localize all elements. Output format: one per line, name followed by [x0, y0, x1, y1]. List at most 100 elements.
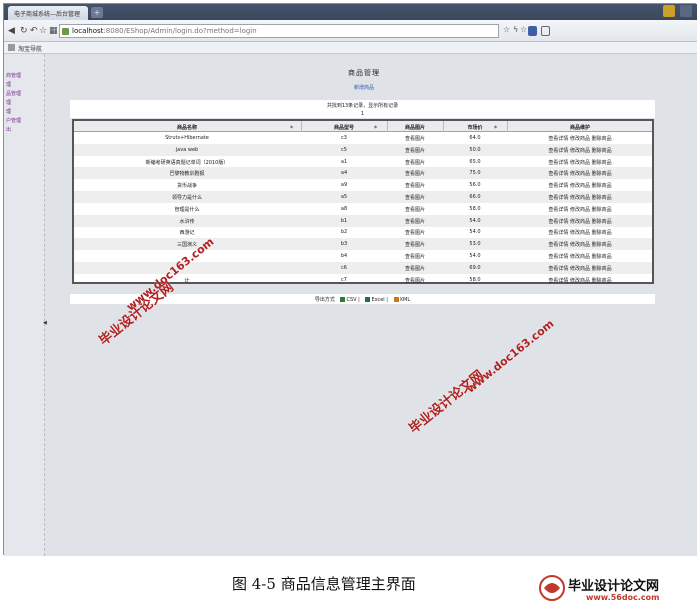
star-icon[interactable]: ☆ [39, 26, 47, 36]
view-detail-link[interactable]: 查看详情 [548, 171, 568, 177]
excel-icon [365, 297, 371, 302]
edit-product-link[interactable]: 修改商品 [570, 219, 590, 225]
table-row: 西游记 b2 查看图片 54.0 查看详情 修改商品 删除商品 [74, 226, 652, 238]
product-name-cell: 三国演义 [176, 242, 197, 249]
lightning-icon[interactable]: ϟ [513, 25, 518, 34]
view-image-link[interactable]: 查看图片 [388, 218, 442, 225]
menu-item-logout[interactable]: 出 [6, 126, 11, 133]
delete-product-link[interactable]: 删除商品 [592, 148, 612, 154]
delete-product-link[interactable]: 删除商品 [592, 136, 612, 142]
product-model-cell: a5 [340, 194, 348, 200]
view-detail-link[interactable]: 查看详情 [548, 254, 568, 260]
export-csv-link[interactable]: CSV [346, 297, 356, 303]
menu-item-5[interactable]: 理 [6, 108, 11, 115]
menu-item-product-admin[interactable]: 商管理 [6, 72, 21, 79]
collapse-arrow-icon[interactable]: ◀ [43, 320, 47, 326]
view-image-link[interactable]: 查看图片 [388, 253, 442, 260]
sort-icon[interactable]: ◆ [374, 124, 377, 129]
view-image-link[interactable]: 查看图片 [388, 182, 442, 189]
edit-product-link[interactable]: 修改商品 [570, 254, 590, 260]
edit-product-link[interactable]: 修改商品 [570, 195, 590, 201]
dropdown-button[interactable] [528, 26, 537, 36]
view-image-link[interactable]: 查看图片 [388, 147, 442, 154]
edit-product-link[interactable]: 修改商品 [570, 242, 590, 248]
export-xml-link[interactable]: XML [400, 297, 411, 303]
product-name-cell: 西游记 [179, 230, 195, 237]
view-detail-link[interactable]: 查看详情 [548, 148, 568, 154]
view-detail-link[interactable]: 查看详情 [548, 207, 568, 213]
view-image-link[interactable]: 查看图片 [388, 229, 442, 236]
product-price-cell: 65.0 [469, 158, 481, 165]
edit-product-link[interactable]: 修改商品 [570, 207, 590, 213]
product-price-cell: 64.0 [469, 135, 481, 141]
add-product-link[interactable]: 新增商品 [324, 84, 404, 91]
view-detail-link[interactable]: 查看详情 [548, 219, 568, 225]
delete-product-link[interactable]: 删除商品 [592, 171, 612, 177]
row-actions: 查看详情 修改商品 删除商品 [508, 218, 652, 225]
col-header-name[interactable]: 商品名称 [74, 124, 300, 131]
delete-product-link[interactable]: 删除商品 [592, 207, 612, 213]
view-detail-link[interactable]: 查看详情 [548, 266, 568, 272]
menu-item-2[interactable]: 理 [6, 81, 11, 88]
delete-product-link[interactable]: 删除商品 [592, 195, 612, 201]
view-image-link[interactable]: 查看图片 [388, 170, 442, 177]
window-menu-button[interactable] [663, 5, 675, 17]
product-price-cell: 58.0 [469, 205, 481, 212]
back-icon[interactable]: ◀ [8, 26, 15, 36]
edit-product-link[interactable]: 修改商品 [570, 278, 590, 284]
sort-icon[interactable]: ◆ [290, 124, 293, 129]
extension-icon[interactable] [541, 26, 550, 36]
view-image-link[interactable]: 查看图片 [388, 241, 442, 248]
reload-icon[interactable]: ↻ [20, 26, 28, 36]
delete-product-link[interactable]: 删除商品 [592, 242, 612, 248]
bookmark-star-icon[interactable]: ☆ [503, 25, 510, 34]
view-image-link[interactable]: 查看图片 [388, 277, 442, 284]
new-tab-button[interactable]: + [91, 7, 103, 18]
delete-product-link[interactable]: 删除商品 [592, 266, 612, 272]
sort-icon[interactable]: ◆ [494, 124, 497, 129]
product-name-cell: Struts+Hibernate [165, 135, 209, 141]
delete-product-link[interactable]: 删除商品 [592, 254, 612, 260]
delete-product-link[interactable]: 删除商品 [592, 278, 612, 284]
delete-product-link[interactable]: 删除商品 [592, 160, 612, 166]
bookmark-item[interactable]: 淘宝导航 [18, 44, 42, 53]
view-image-link[interactable]: 查看图片 [388, 135, 442, 142]
menu-item-4[interactable]: 理 [6, 99, 11, 106]
view-detail-link[interactable]: 查看详情 [548, 160, 568, 166]
window-close-button[interactable] [680, 5, 692, 17]
view-image-link[interactable]: 查看图片 [388, 159, 442, 166]
browser-tab[interactable]: 电子商城系统—后台管理 [8, 6, 88, 20]
edit-product-link[interactable]: 修改商品 [570, 183, 590, 189]
view-image-link[interactable]: 查看图片 [388, 206, 442, 213]
row-actions: 查看详情 修改商品 删除商品 [508, 206, 652, 213]
view-detail-link[interactable]: 查看详情 [548, 195, 568, 201]
grid-icon[interactable]: ▦ [49, 26, 58, 36]
edit-product-link[interactable]: 修改商品 [570, 136, 590, 142]
col-header-image[interactable]: 商品图片 [388, 124, 442, 131]
view-detail-link[interactable]: 查看详情 [548, 278, 568, 284]
menu-item-product[interactable]: 品管理 [6, 90, 21, 97]
view-detail-link[interactable]: 查看详情 [548, 183, 568, 189]
edit-product-link[interactable]: 修改商品 [570, 160, 590, 166]
menu-item-user[interactable]: 户管理 [6, 117, 21, 124]
edit-product-link[interactable]: 修改商品 [570, 230, 590, 236]
page-number-link[interactable]: 1 [70, 111, 655, 117]
delete-product-link[interactable]: 删除商品 [592, 219, 612, 225]
view-detail-link[interactable]: 查看详情 [548, 230, 568, 236]
edit-product-link[interactable]: 修改商品 [570, 148, 590, 154]
view-detail-link[interactable]: 查看详情 [548, 242, 568, 248]
url-host: localhost [72, 27, 104, 35]
row-actions: 查看详情 修改商品 删除商品 [508, 229, 652, 236]
address-bar[interactable]: localhost:8080/EShop/Admin/login.do?meth… [59, 24, 499, 38]
delete-product-link[interactable]: 删除商品 [592, 183, 612, 189]
edit-product-link[interactable]: 修改商品 [570, 171, 590, 177]
view-image-link[interactable]: 查看图片 [388, 265, 442, 272]
product-name-cell: 管理是什么 [174, 206, 200, 213]
undo-icon[interactable]: ↶ [30, 26, 38, 36]
delete-product-link[interactable]: 删除商品 [592, 230, 612, 236]
view-detail-link[interactable]: 查看详情 [548, 136, 568, 142]
view-image-link[interactable]: 查看图片 [388, 194, 442, 201]
edit-product-link[interactable]: 修改商品 [570, 266, 590, 272]
export-excel-link[interactable]: Excel [371, 297, 384, 303]
star-icon-2[interactable]: ☆ [520, 25, 527, 34]
